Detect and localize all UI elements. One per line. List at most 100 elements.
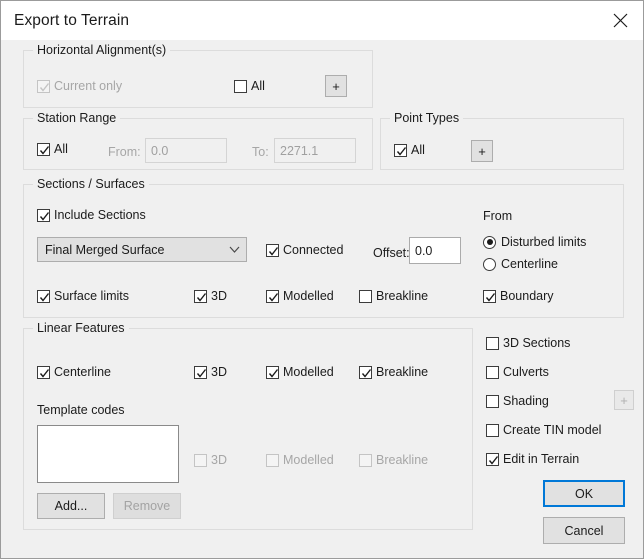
checkbox-box-icon [234,79,247,93]
checkbox-label: Create TIN model [503,423,602,437]
checkbox-label: 3D [211,365,227,379]
dialog-body: Horizontal Alignment(s) Current only All… [1,40,643,558]
checkbox-linear-modelled[interactable]: Modelled [266,365,334,379]
checkbox-box-icon [394,143,407,157]
checkbox-label: Breakline [376,453,429,467]
chevron-down-icon [222,246,246,253]
checkbox-boundary[interactable]: Boundary [483,289,554,303]
add-alignment-button[interactable]: + [325,75,347,97]
checkbox-label: Boundary [500,289,554,303]
group-station-range: Station Range All From: 0.0 To: 2271.1 [23,111,373,170]
group-legend-station-range: Station Range [33,111,121,125]
checkbox-box-icon [486,394,499,408]
title-bar: Export to Terrain [1,1,643,40]
checkbox-box-icon [266,453,279,467]
plus-icon: + [620,392,628,408]
group-horizontal-alignments: Horizontal Alignment(s) Current only All… [23,43,373,108]
cancel-button[interactable]: Cancel [543,517,625,544]
radio-centerline[interactable]: Centerline [483,257,558,271]
checkbox-box-icon [486,423,499,437]
checkbox-box-icon [194,453,207,467]
checkbox-template-breakline[interactable]: Breakline [359,453,428,467]
checkbox-label: Modelled [283,453,334,467]
checkbox-label: Connected [283,243,344,257]
checkbox-label: Include Sections [54,208,146,222]
group-legend-sections-surfaces: Sections / Surfaces [33,177,149,191]
checkbox-create-tin-model[interactable]: Create TIN model [486,423,601,437]
offset-input[interactable]: 0.0 [409,237,461,264]
remove-template-code-button[interactable]: Remove [113,493,181,519]
group-point-types: Point Types All + [380,111,624,170]
checkbox-box-icon [37,289,50,303]
checkbox-label: Edit in Terrain [503,452,580,466]
checkbox-box-icon [37,208,50,222]
station-from-input[interactable]: 0.0 [145,138,227,163]
checkbox-label: 3D [211,289,227,303]
checkbox-edit-in-terrain[interactable]: Edit in Terrain [486,452,579,466]
radio-circle-icon [483,235,496,249]
checkbox-surface-limits[interactable]: Surface limits [37,289,129,303]
group-legend-point-types: Point Types [390,111,464,125]
station-to-input[interactable]: 2271.1 [274,138,356,163]
group-legend-linear-features: Linear Features [33,321,129,335]
label-station-from: From: [108,145,141,159]
label-template-codes: Template codes [37,403,125,417]
checkbox-template-3d[interactable]: 3D [194,453,227,467]
checkbox-3d-sections[interactable]: 3D Sections [486,336,570,350]
label-offset: Offset: [373,246,410,260]
add-shading-button[interactable]: + [614,390,634,410]
checkbox-box-icon [194,365,207,379]
ok-button[interactable]: OK [543,480,625,507]
checkbox-linear-breakline[interactable]: Breakline [359,365,428,379]
surface-select[interactable]: Final Merged Surface [37,237,247,262]
checkbox-box-icon [37,142,50,156]
checkbox-culverts[interactable]: Culverts [486,365,549,379]
checkbox-label: Breakline [376,289,429,303]
label-station-to: To: [252,145,269,159]
checkbox-box-icon [483,289,496,303]
close-button[interactable] [598,1,643,40]
template-codes-listbox[interactable] [37,425,179,483]
radio-disturbed-limits[interactable]: Disturbed limits [483,235,586,249]
checkbox-label: 3D [211,453,227,467]
checkbox-label: Modelled [283,289,334,303]
checkbox-station-all[interactable]: All [37,142,68,156]
surface-select-value: Final Merged Surface [45,242,165,257]
checkbox-box-icon [359,453,372,467]
checkbox-include-sections[interactable]: Include Sections [37,208,146,222]
checkbox-label: Culverts [503,365,549,379]
checkbox-linear-3d[interactable]: 3D [194,365,227,379]
checkbox-current-only[interactable]: Current only [37,79,122,93]
checkbox-point-types-all[interactable]: All [394,143,425,157]
group-sections-surfaces: Sections / Surfaces Include Sections Fin… [23,177,624,318]
group-linear-features: Linear Features Centerline 3D Modelled B… [23,321,473,530]
checkbox-box-icon [37,79,50,93]
checkbox-box-icon [486,452,499,466]
radio-circle-icon [483,257,496,271]
checkbox-template-modelled[interactable]: Modelled [266,453,334,467]
add-point-type-button[interactable]: + [471,140,493,162]
add-template-code-button[interactable]: Add... [37,493,105,519]
checkbox-box-icon [359,289,372,303]
checkbox-label: Surface limits [54,289,130,303]
checkbox-linear-centerline[interactable]: Centerline [37,365,111,379]
plus-icon: + [332,78,340,94]
checkbox-label: Centerline [54,365,111,379]
checkbox-connected[interactable]: Connected [266,243,343,257]
button-label: Remove [123,499,171,513]
button-label: Add... [54,499,88,513]
close-icon [613,13,628,28]
radio-label: Centerline [501,257,558,271]
checkbox-box-icon [266,243,279,257]
label-from: From [483,209,513,223]
checkbox-label: All [411,143,425,157]
checkbox-alignments-all[interactable]: All [234,79,265,93]
checkbox-label: All [251,79,265,93]
checkbox-box-icon [486,336,499,350]
checkbox-surface-modelled[interactable]: Modelled [266,289,334,303]
export-to-terrain-dialog: Export to Terrain Horizontal Alignment(s… [0,0,644,559]
checkbox-shading[interactable]: Shading [486,394,549,408]
checkbox-surface-3d[interactable]: 3D [194,289,227,303]
checkbox-surface-breakline[interactable]: Breakline [359,289,428,303]
button-label: OK [574,486,594,501]
